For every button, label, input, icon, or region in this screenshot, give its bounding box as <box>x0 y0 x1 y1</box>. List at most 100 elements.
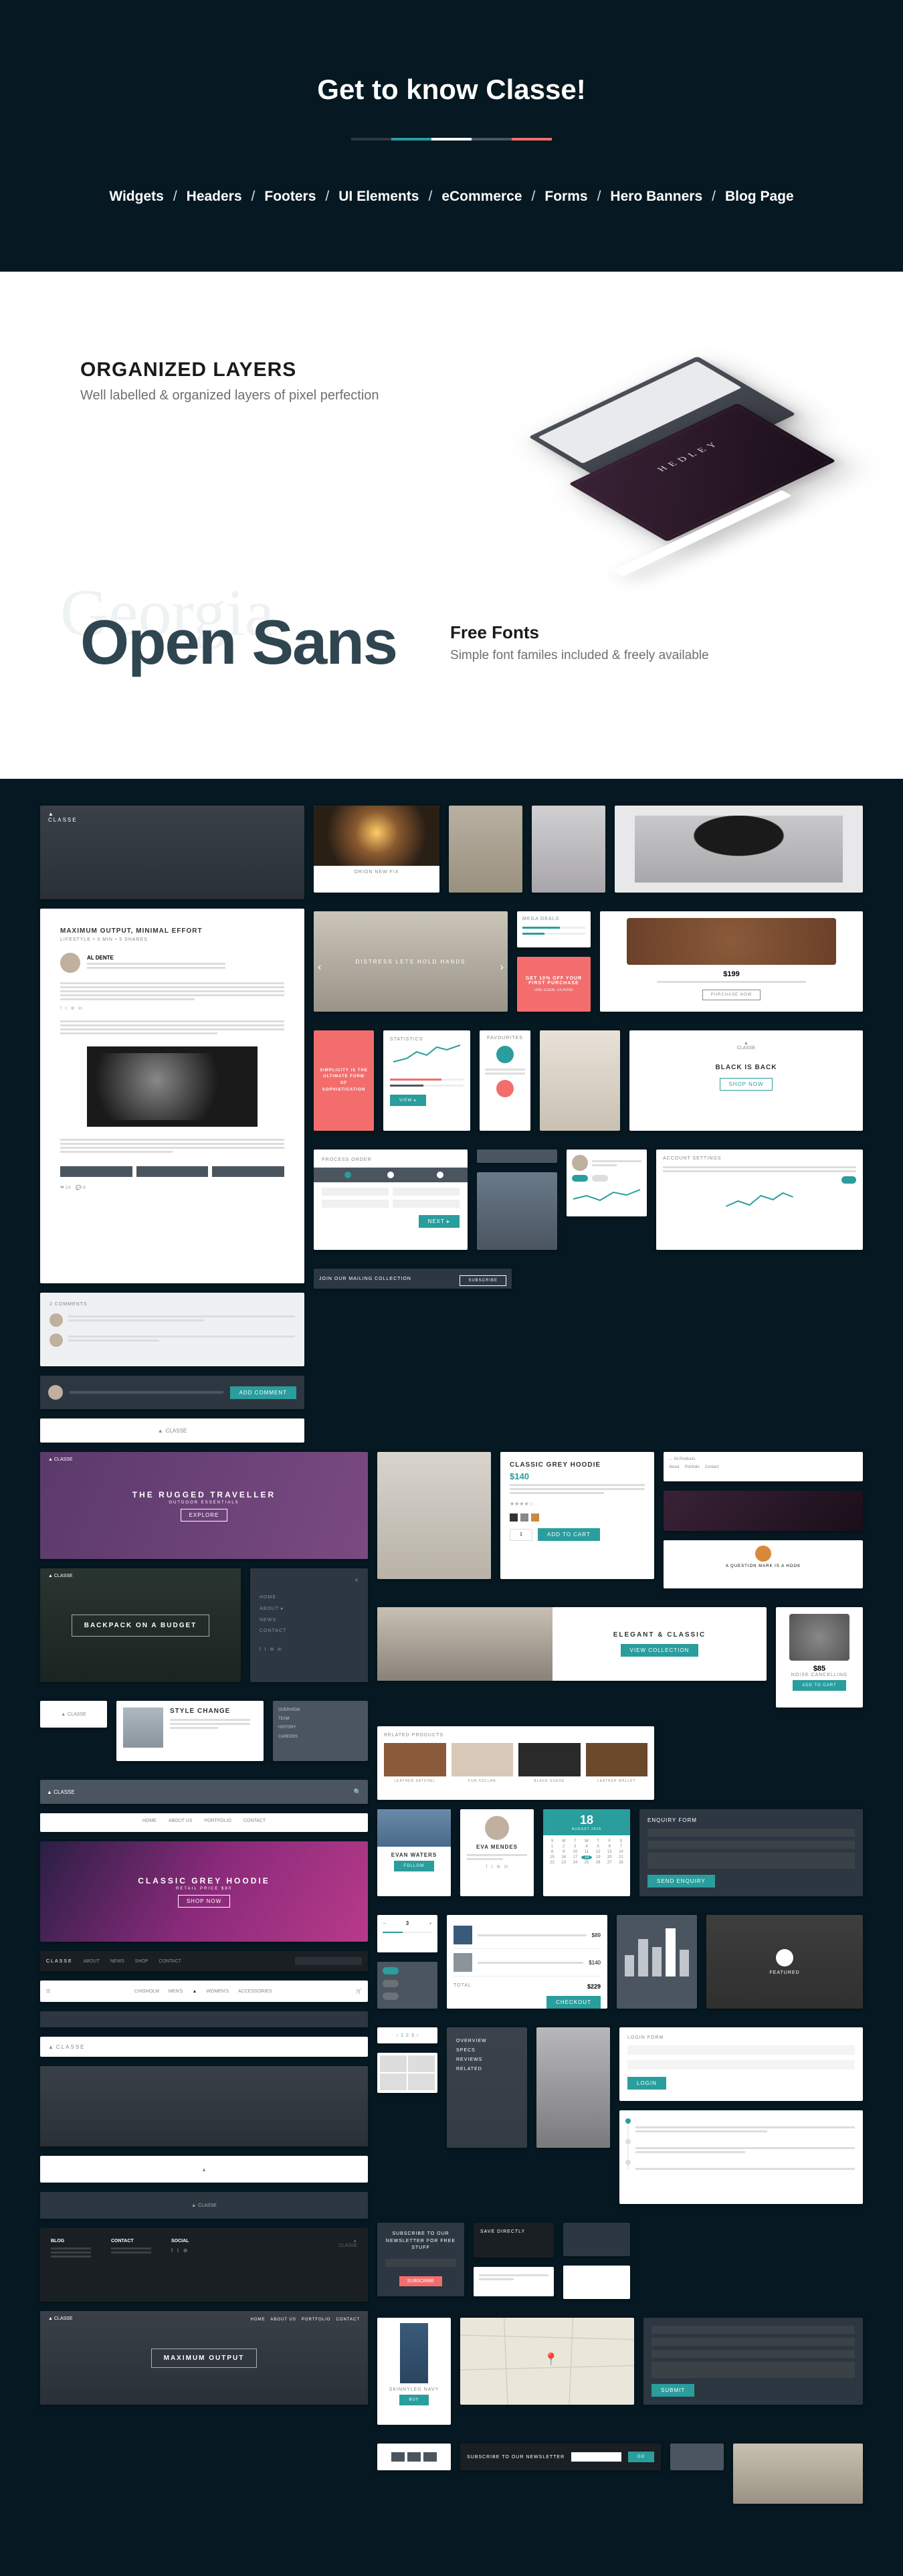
category-nav: Widgets/ Headers/ Footers/ UI Elements/ … <box>0 189 903 205</box>
nav-hero-banners[interactable]: Hero Banners <box>610 189 702 205</box>
nav-widgets[interactable]: Widgets <box>109 189 163 205</box>
newsletter-card: SUBSCRIBE TO OUR NEWSLETTER FOR FREE STU… <box>377 2223 464 2296</box>
profile-chart-card <box>567 1149 647 1216</box>
profile-card-1: EVAN WATERS FOLLOW <box>377 1809 451 1896</box>
nav-small: ← All Products AboutPortfolioContact <box>664 1452 863 1481</box>
add-cart-button[interactable]: ADD TO CART <box>538 1528 600 1541</box>
add-comment-button[interactable]: ADD COMMENT <box>230 1386 296 1399</box>
landscape-thumb <box>733 2444 863 2504</box>
mini-white-1 <box>563 2266 630 2299</box>
map-card: 📍 <box>460 2318 634 2405</box>
bar-chart-card <box>617 1915 697 2009</box>
brand-bar-1: ▲ CLASSE <box>40 1701 107 1728</box>
mini-dark-1 <box>563 2223 630 2256</box>
isometric-mockup: HEDLEY <box>515 359 823 533</box>
centered-brand-bar: ▲ <box>40 2156 368 2183</box>
portrait-card-1 <box>449 806 522 893</box>
stepper-card: −3+ <box>377 1915 437 1952</box>
profile-card-2: EVA MENDES f t ⊕ in <box>460 1809 534 1896</box>
overlay-card: FEATURED <box>706 1915 863 2009</box>
join-bar: JOIN OUR MAILING COLLECTION SUBSCRIBE <box>314 1269 512 1289</box>
dark-brand-bar: ▲ CLASSE <box>40 2192 368 2219</box>
calendar-card: 18 AUGUST 2016 SMTWTFS 1234567 891011121… <box>543 1809 630 1896</box>
enquiry-form: ENQUIRY FORM SEND ENQUIRY <box>639 1809 863 1896</box>
header-bar-2: HOME ABOUT US PORTFOLIO CONTACT <box>40 1813 368 1832</box>
accent-divider <box>351 138 552 141</box>
subscribe-button[interactable]: SUBSCRIBE <box>399 2276 442 2286</box>
rugged-hero: ▲ CLASSE THE RUGGED TRAVELLER OUTDOOR ES… <box>40 1452 368 1559</box>
free-fonts-sub: Simple font familes included & freely av… <box>450 648 709 663</box>
hoodie-model <box>377 1452 491 1579</box>
directory-card: SAVE DIRECTLY <box>474 2223 554 2258</box>
black-back-card: ▲CLASSE BLACK IS BACK SHOP NOW <box>629 1030 863 1131</box>
free-fonts-heading: Free Fonts <box>450 622 709 643</box>
elegant-hero: ELEGANT & CLASSIC VIEW COLLECTION <box>377 1607 767 1681</box>
toggle-stack <box>377 1962 437 2009</box>
nav-blog-page[interactable]: Blog Page <box>725 189 794 205</box>
nav-ui-elements[interactable]: UI Elements <box>338 189 419 205</box>
comments-tile: 2 COMMENTS <box>40 1293 304 1366</box>
promo-card: GET 10% OFF YOUR FIRST PURCHASE USE CODE… <box>517 957 591 1012</box>
blog-article-tile: MAXIMUM OUTPUT, MINIMAL EFFORT LIFESTYLE… <box>40 909 304 1283</box>
tooltip-card <box>474 2267 554 2296</box>
shop-now-button[interactable]: SHOP NOW <box>720 1078 772 1091</box>
hedley-thumb <box>664 1491 863 1531</box>
footer-bar-1: CLASSE ABOUT NEWS SHOP CONTACT <box>40 1951 368 1971</box>
jeans-product: SKINNYLEG NAVY BUY <box>377 2318 451 2425</box>
thumb-grid <box>377 2053 437 2093</box>
process-order-card: PROCESS ORDER NEXT ▸ <box>314 1149 468 1250</box>
hoodie-hero: CLASSIC GREY HOODIE RETAIL PRICE $80 SHO… <box>40 1841 368 1942</box>
features-section: ORGANIZED LAYERS Well labelled & organiz… <box>0 272 903 779</box>
account-settings-card: ACCOUNT SETTINGS <box>656 1149 863 1250</box>
article-title: MAXIMUM OUTPUT, MINIMAL EFFORT <box>60 927 284 935</box>
map-pin-icon: 📍 <box>544 2353 559 2367</box>
sparkler-card: ORION NEW FIX <box>314 806 439 893</box>
dark-form: SUBMIT <box>643 2318 863 2405</box>
fave-card: FAVOURITES <box>480 1030 530 1131</box>
cursor-card <box>477 1149 557 1163</box>
wide-photo-tile <box>40 2066 368 2146</box>
bag-product-card: $199 PURCHASE NOW <box>600 911 863 1012</box>
city-overlay: OVERVIEWSPECSREVIEWSRELATED <box>447 2027 527 2148</box>
nav-forms[interactable]: Forms <box>544 189 587 205</box>
header-bar-3: ☰ CHISHOLM MEN'S ▲ WOMEN'S ACCESSORIES 🛒 <box>40 1981 368 2002</box>
photo-thumb <box>477 1172 557 1250</box>
nav-footers[interactable]: Footers <box>264 189 316 205</box>
blog-hero-tile: ▲CLASSE <box>40 806 304 899</box>
brand-label: ▲CLASSE <box>48 811 78 823</box>
hero-section: Get to know Classe! Widgets/ Headers/ Fo… <box>0 0 903 272</box>
tab-pills <box>670 2444 724 2470</box>
gallery-section: ▲CLASSE MAXIMUM OUTPUT, MINIMAL EFFORT L… <box>0 779 903 2576</box>
pumpkin-card: A QUESTION MARK IS A HOOK <box>664 1540 863 1588</box>
blog-footer-tile: ▲ CLASSE <box>40 1418 304 1443</box>
timeline-card <box>619 2110 863 2204</box>
city-photo <box>536 2027 610 2148</box>
cart-summary: $89 $140 TOTAL$229 CHECKOUT <box>447 1915 607 2009</box>
umbrella-hero: DISTRESS LETS HOLD HANDS ‹ › <box>314 911 508 1012</box>
newsletter-bar: SUBSCRIBE TO OUR NEWSLETTER GO <box>460 2444 661 2470</box>
pagination: ‹123› <box>377 2027 437 2043</box>
button-row <box>377 2444 451 2470</box>
progress-card: MEGA DEALS <box>517 911 591 947</box>
maxout-hero: ▲ CLASSE HOME ABOUT US PORTFOLIO CONTACT… <box>40 2311 368 2405</box>
side-nav-panel: ✕ HOMEABOUT ▸NEWSCONTACT f t ⊕ in <box>250 1568 368 1682</box>
purchase-button[interactable]: PURCHASE NOW <box>702 990 761 1000</box>
model-card <box>540 1030 620 1131</box>
nav-headers[interactable]: Headers <box>187 189 242 205</box>
dropdown-menu: OVERVIEWTEAMHISTORYCAREERS <box>273 1701 368 1761</box>
hero-title: Get to know Classe! <box>0 74 903 106</box>
quote-card: SIMPLICITY IS THE ULTIMATE FORM OF SOPHI… <box>314 1030 374 1131</box>
related-products: RELATED PRODUCTS LEATHER SATCHEL FUR COL… <box>377 1726 654 1800</box>
organized-heading: ORGANIZED LAYERS <box>80 359 379 381</box>
nav-ecommerce[interactable]: eCommerce <box>441 189 522 205</box>
send-enquiry-button[interactable]: SEND ENQUIRY <box>647 1875 715 1888</box>
footer-bar-2 <box>40 2011 368 2027</box>
author-name: AL DENTE <box>87 955 284 961</box>
author-avatar <box>60 953 80 973</box>
font-sample: Georgia Open Sans <box>80 606 397 678</box>
header-bar-1: ▲ CLASSE 🔍 <box>40 1780 368 1804</box>
bag-image <box>627 918 836 965</box>
style-change-card: STYLE CHANGE <box>116 1701 264 1761</box>
opensans-word: Open Sans <box>80 607 397 677</box>
login-form: LOGIN FORM LOGIN <box>619 2027 863 2101</box>
